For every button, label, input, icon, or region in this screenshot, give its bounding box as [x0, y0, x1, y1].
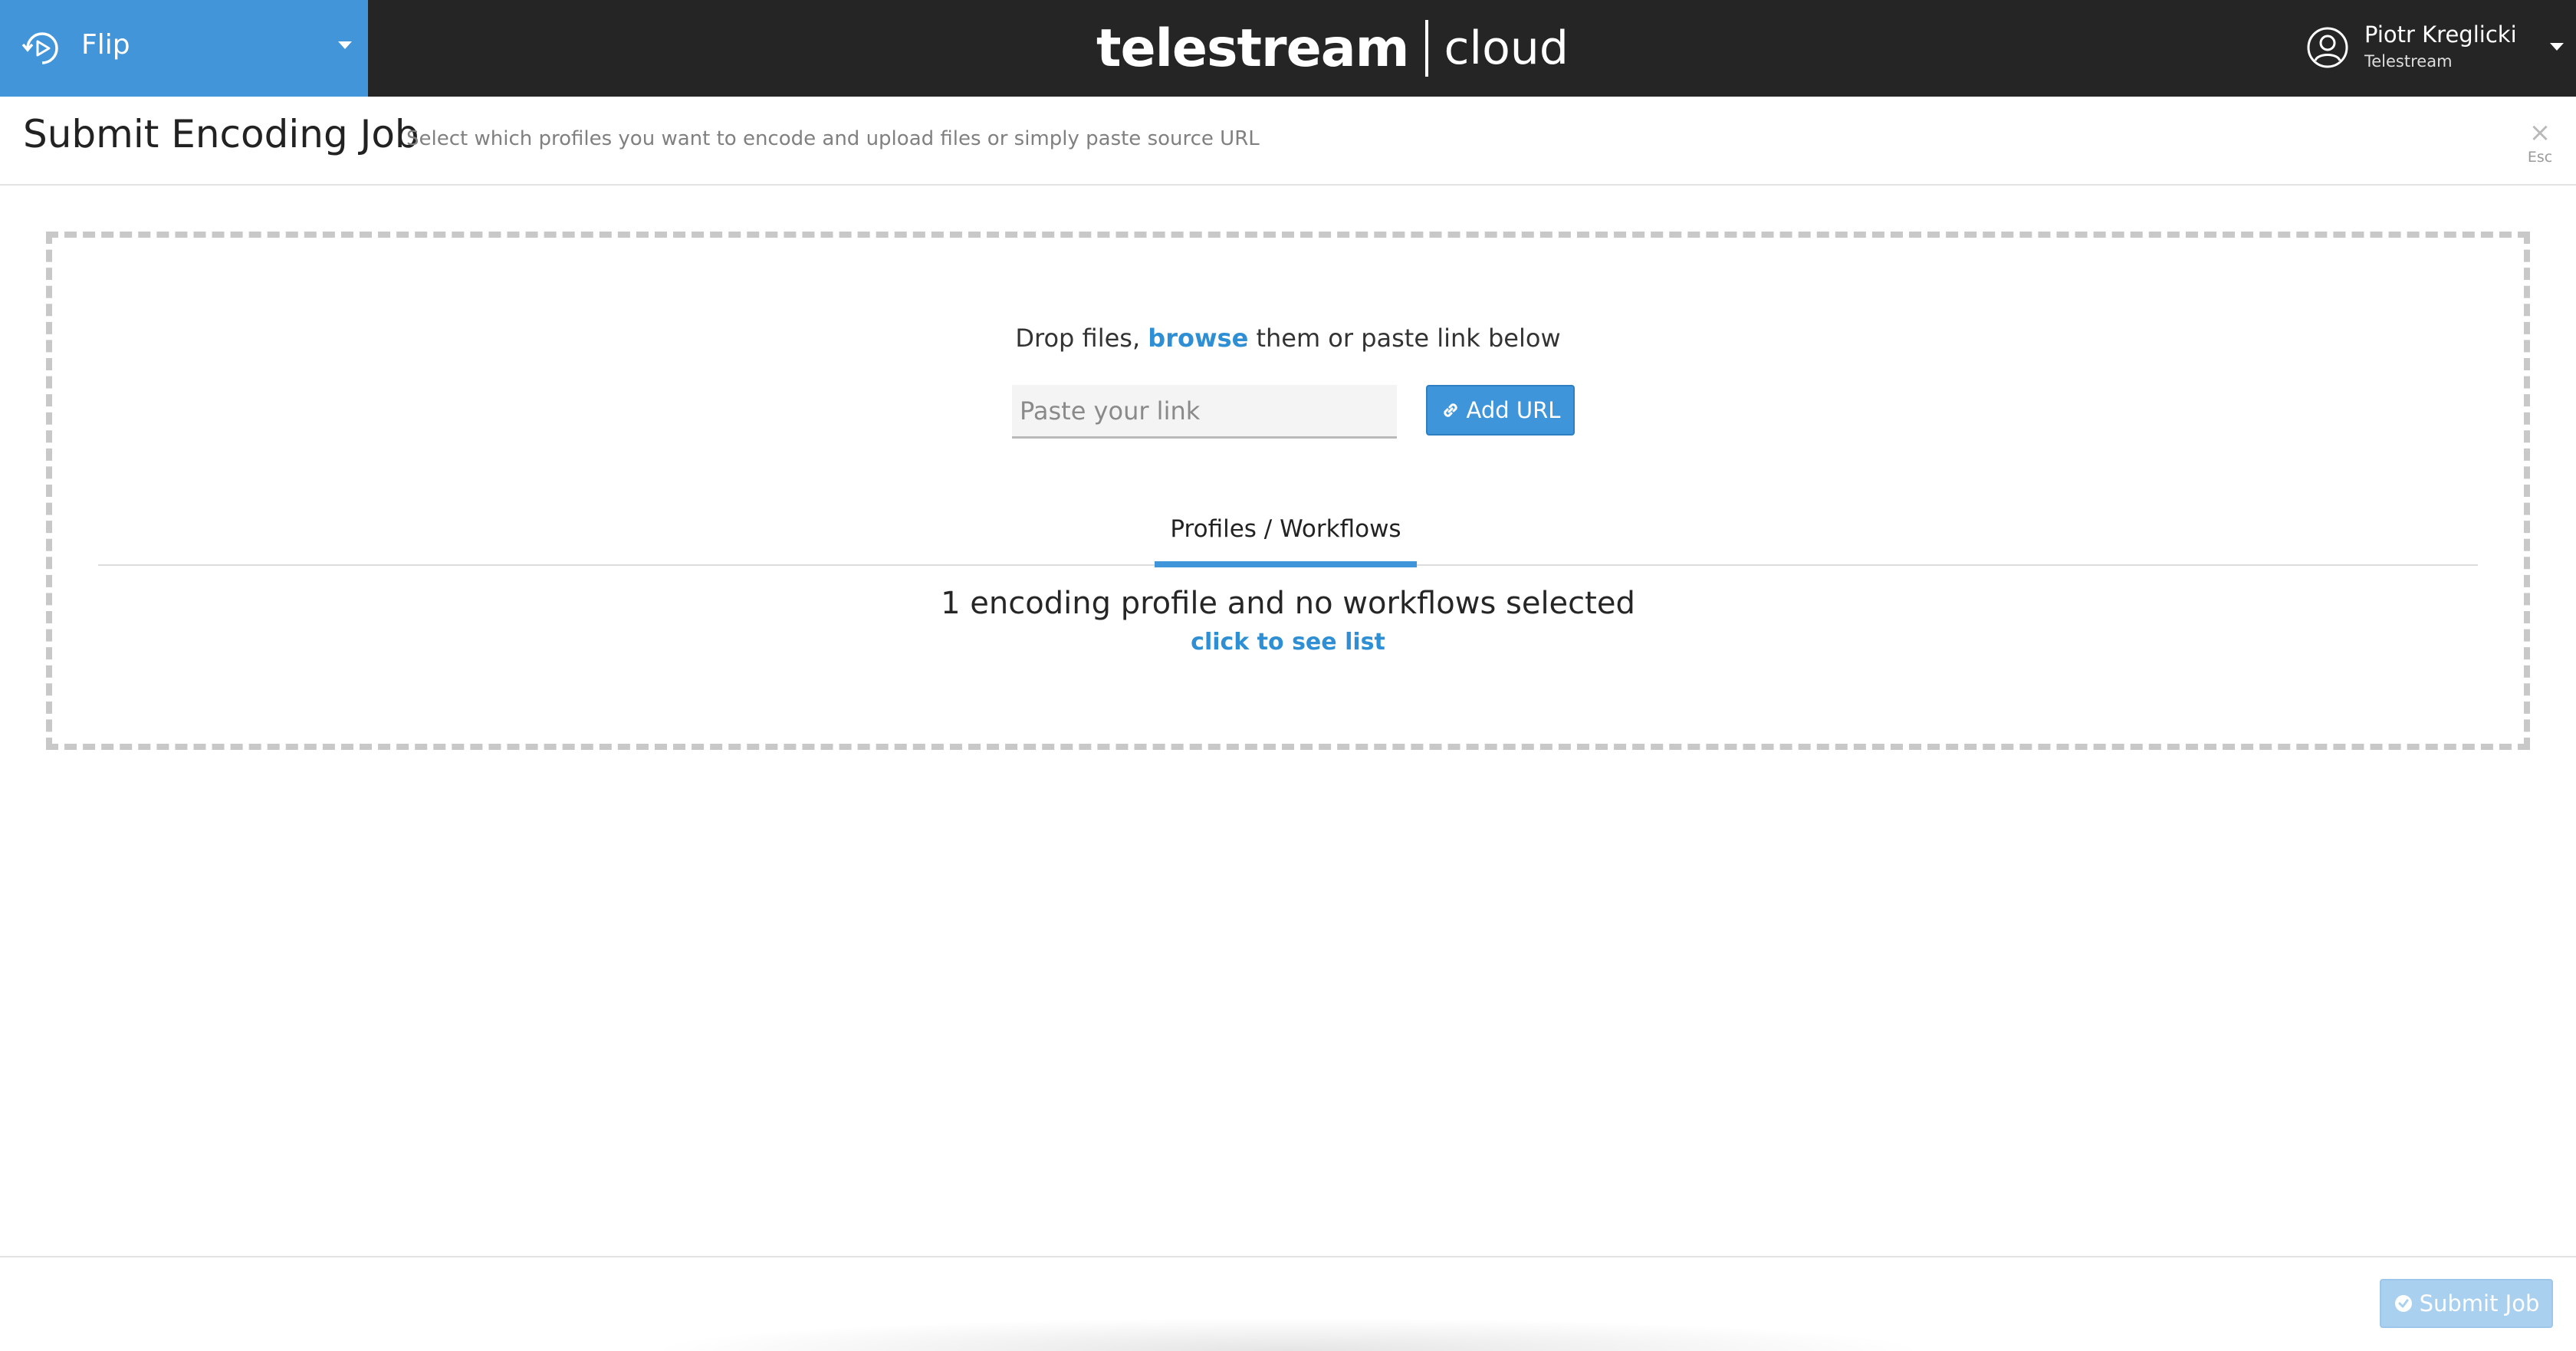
page-header: Submit Encoding Job Select which profile… — [0, 97, 2576, 186]
user-menu[interactable]: Piotr Kreglicki Telestream — [2300, 20, 2576, 77]
brand-name: telestream — [1096, 18, 1409, 79]
flip-play-icon — [21, 32, 58, 64]
file-dropzone[interactable]: Drop files, browse them or paste link be… — [46, 232, 2530, 750]
brand-product: cloud — [1444, 21, 1569, 75]
see-list-link[interactable]: click to see list — [52, 629, 2524, 656]
footer-shadow — [644, 1317, 1932, 1351]
link-icon — [1443, 403, 1457, 417]
check-circle-icon — [2394, 1295, 2412, 1312]
browse-link[interactable]: browse — [1148, 324, 1248, 353]
user-circle-icon — [2307, 27, 2348, 68]
submit-job-label: Submit Job — [2419, 1290, 2540, 1316]
chevron-down-icon — [2550, 43, 2564, 51]
close-hint: Esc — [2527, 149, 2553, 166]
app-name: Flip — [81, 29, 130, 61]
page-subtitle: Select which profiles you want to encode… — [406, 127, 1260, 150]
add-url-button[interactable]: Add URL — [1426, 385, 1575, 436]
user-organization: Telestream — [2364, 52, 2453, 71]
submit-job-button[interactable]: Submit Job — [2380, 1279, 2553, 1328]
paste-link-input[interactable] — [1012, 385, 1397, 439]
brand-logo: telestream cloud — [1096, 14, 1569, 83]
selection-summary: 1 encoding profile and no workflows sele… — [941, 586, 1635, 621]
app-switcher[interactable]: Flip — [0, 0, 368, 97]
user-name: Piotr Kreglicki — [2364, 21, 2517, 48]
top-navigation-bar: Flip telestream cloud Piotr Kreglicki Te… — [0, 0, 2576, 97]
add-url-label: Add URL — [1466, 397, 1561, 423]
chevron-down-icon — [338, 41, 352, 49]
drop-text-before: Drop files, — [1015, 324, 1148, 353]
drop-text-after: them or paste link below — [1248, 324, 1561, 353]
close-button[interactable]: × Esc — [2522, 120, 2558, 169]
brand-divider — [1425, 20, 1429, 77]
tab-profiles-workflows[interactable]: Profiles / Workflows — [1155, 509, 1417, 567]
close-icon: × — [2528, 117, 2551, 148]
drop-instructions: Drop files, browse them or paste link be… — [52, 324, 2524, 353]
page-title: Submit Encoding Job — [23, 112, 419, 156]
